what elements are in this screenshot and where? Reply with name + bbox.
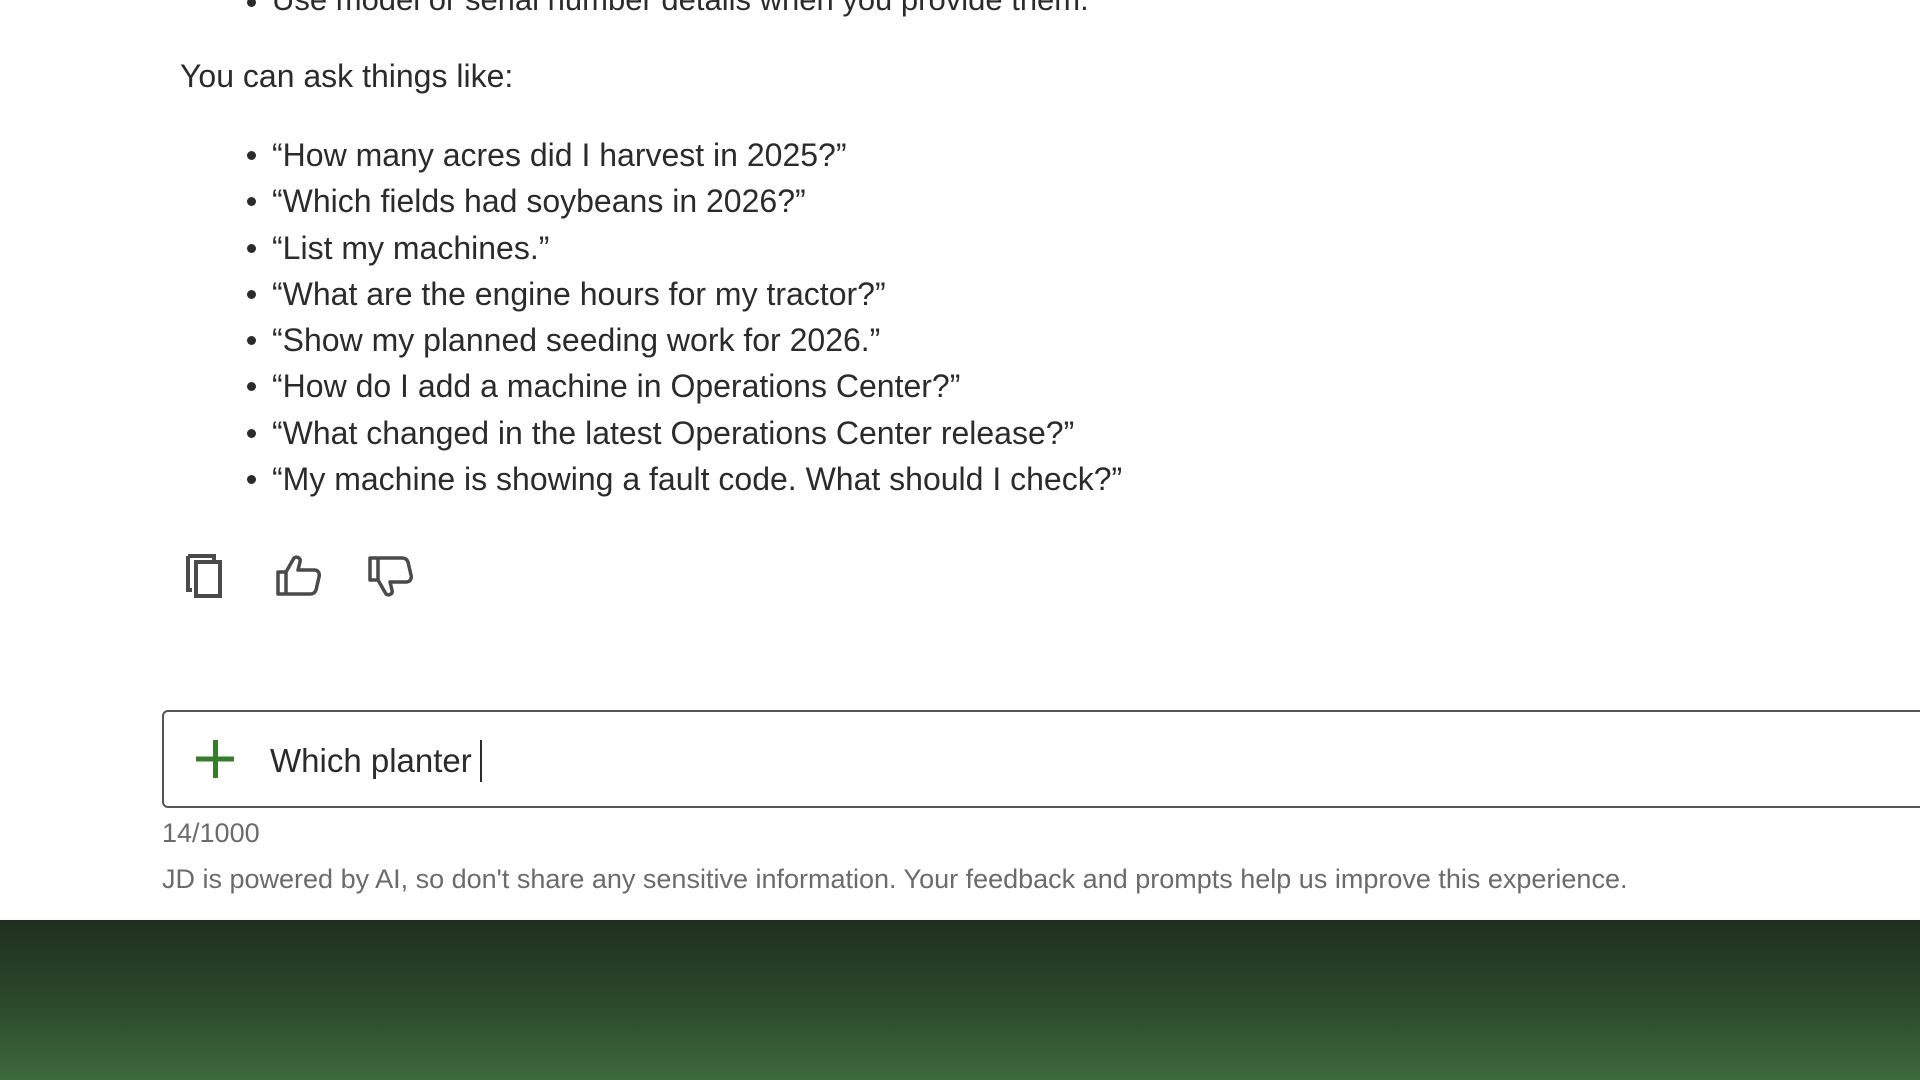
text-cursor [479,740,482,782]
message-composer[interactable]: Which planter [162,710,1920,808]
example-prompt: “List my machines.” [246,225,1122,271]
thumbs-down-button[interactable] [364,548,416,604]
example-prompt: “What changed in the latest Operations C… [246,410,1122,456]
chat-panel: Use model or serial number details when … [0,0,1920,920]
ai-disclaimer: JD is powered by AI, so don't share any … [162,864,1628,894]
plus-icon [196,740,234,778]
previous-list-item: Use model or serial number details when … [247,0,1089,18]
example-prompts-list: “How many acres did I harvest in 2025?” … [246,132,1122,502]
example-prompt: “Which fields had soybeans in 2026?” [246,178,1122,224]
thumbs-up-icon [276,555,321,596]
message-input-value: Which planter [270,742,472,779]
background-backdrop [0,920,1920,1080]
character-counter: 14/1000 [162,818,260,848]
example-prompt: “My machine is showing a fault code. Wha… [246,456,1122,502]
message-input[interactable]: Which planter [270,740,482,782]
response-actions [180,548,416,604]
thumbs-down-icon [368,556,413,597]
thumbs-up-button[interactable] [272,548,324,604]
example-prompt: “How many acres did I harvest in 2025?” [246,132,1122,178]
example-prompt: “What are the engine hours for my tracto… [246,271,1122,317]
example-prompt: “How do I add a machine in Operations Ce… [246,363,1122,409]
examples-intro: You can ask things like: [180,58,514,94]
copy-button[interactable] [180,548,232,604]
copy-icon [186,554,222,598]
example-prompt: “Show my planned seeding work for 2026.” [246,317,1122,363]
add-attachment-button[interactable] [192,736,238,782]
